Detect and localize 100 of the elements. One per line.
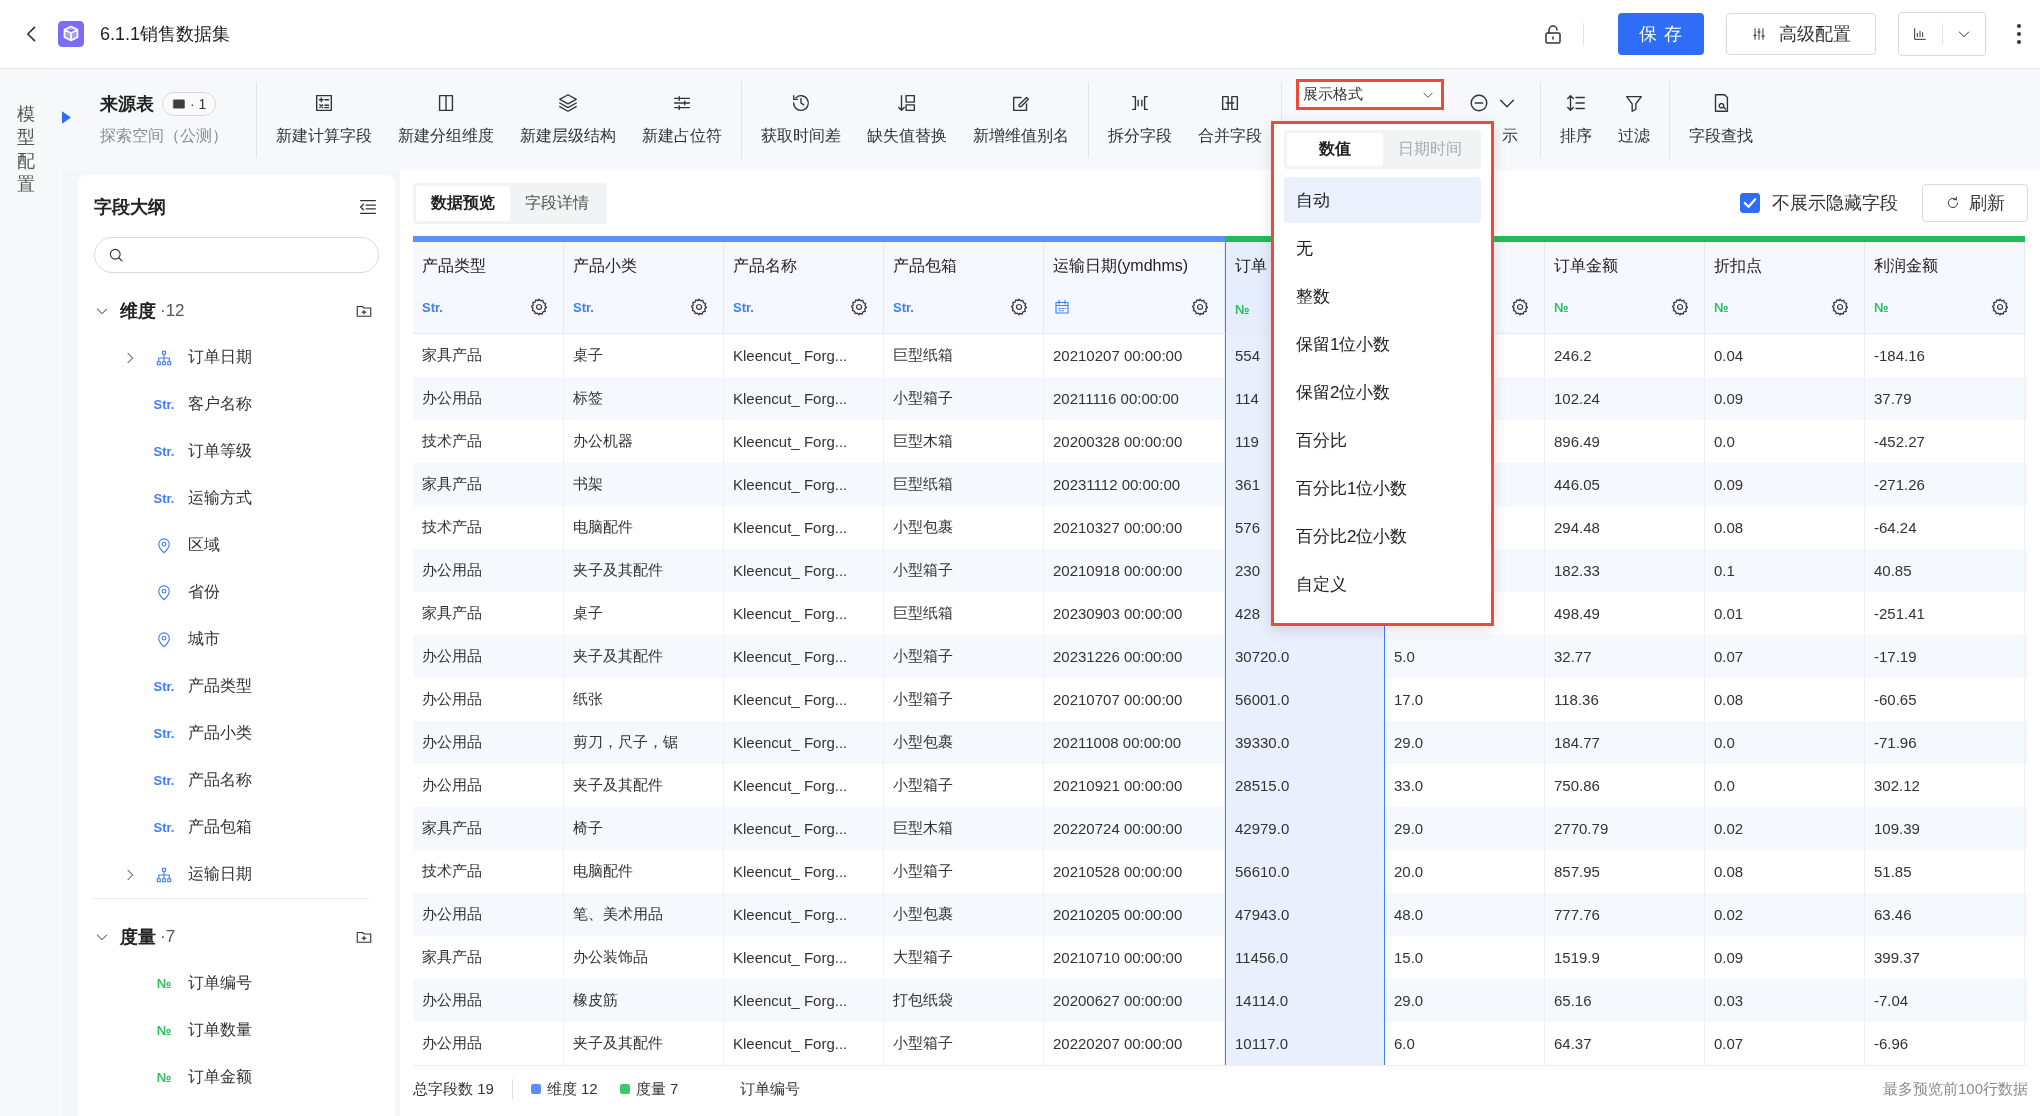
table-cell: Kleencut_ Forg...	[733, 1035, 848, 1052]
toolbar-button[interactable]: 字段查找	[1676, 92, 1766, 147]
field-item[interactable]: 订单编号	[188, 973, 252, 994]
table-cell: 246.2	[1554, 347, 1592, 364]
table-cell: 20211116 00:00:00	[1053, 390, 1179, 407]
column-header[interactable]: 产品名称 Str.	[724, 242, 884, 334]
toolbar-button[interactable]: 新建计算字段	[263, 92, 385, 147]
view-tab[interactable]: 字段详情	[510, 185, 604, 221]
type-tag: Str.	[153, 444, 175, 459]
format-tab[interactable]: 数值	[1287, 133, 1383, 166]
field-item[interactable]: 产品小类	[188, 723, 252, 744]
settings-icon[interactable]	[1190, 297, 1210, 317]
type-tag: №	[156, 976, 172, 991]
table-cell: 0.09	[1714, 390, 1744, 407]
table-cell: 家具产品	[422, 346, 482, 365]
column-header[interactable]: 订单金额 №	[1545, 242, 1705, 334]
column-header[interactable]: 产品类型 Str.	[413, 242, 564, 334]
type-tag: Str.	[153, 491, 175, 506]
table-cell: Kleencut_ Forg...	[733, 347, 848, 364]
table-cell: 0.08	[1714, 691, 1744, 708]
model-config-label[interactable]: 模型配置	[17, 103, 35, 197]
table-cell: 巨型纸箱	[893, 604, 953, 623]
refresh-button[interactable]: 刷新	[1922, 184, 2028, 222]
column-header[interactable]: 利润金额 №	[1865, 242, 2025, 334]
column-header[interactable]: 产品包箱 Str.	[884, 242, 1044, 334]
table-cell: 750.86	[1554, 777, 1600, 794]
settings-icon[interactable]	[1510, 297, 1530, 317]
field-item[interactable]: 订单日期	[188, 347, 252, 368]
toolbar-button[interactable]: 缺失值替换	[854, 92, 960, 147]
toolbar-button[interactable]: 合并字段	[1185, 92, 1275, 147]
settings-icon[interactable]	[1670, 297, 1690, 317]
field-item[interactable]: 城市	[188, 629, 220, 650]
table-cell: 桌子	[573, 346, 603, 365]
column-header[interactable]: 运输日期(ymdhms)	[1044, 242, 1225, 334]
field-item[interactable]: 产品名称	[188, 770, 252, 791]
settings-icon[interactable]	[529, 297, 549, 317]
toolbar-menu-label[interactable]: 示	[1502, 126, 1518, 147]
checkbox-label[interactable]: 不展示隐藏字段	[1772, 191, 1898, 215]
table-cell: 0.08	[1714, 863, 1744, 880]
more-icon[interactable]	[2016, 22, 2022, 46]
table-cell: Kleencut_ Forg...	[733, 820, 848, 837]
type-tag: Str.	[153, 726, 175, 741]
toolbar-button[interactable]: 新增维值别名	[960, 92, 1082, 147]
minus-circle-icon[interactable]	[1468, 92, 1490, 114]
table-count-badge[interactable]: · 1	[162, 92, 217, 116]
field-item[interactable]: 运输日期	[188, 864, 252, 885]
field-item[interactable]: 订单数量	[188, 1020, 252, 1041]
toolbar-button[interactable]: 排序	[1547, 92, 1605, 147]
table-cell: 29.0	[1394, 734, 1424, 751]
field-item[interactable]: 省份	[188, 582, 220, 603]
column-title: 订单金额	[1554, 256, 1618, 276]
table-cell: 20210707 00:00:00	[1053, 691, 1183, 708]
table-cell: 20210710 00:00:00	[1053, 949, 1183, 966]
advanced-config-button[interactable]: 高级配置	[1726, 13, 1876, 55]
field-item[interactable]: 产品类型	[188, 676, 252, 697]
table-cell: 5.0	[1394, 648, 1415, 665]
field-item[interactable]: 订单金额	[188, 1067, 252, 1088]
toolbar-button[interactable]: 新建分组维度	[385, 92, 507, 147]
format-option[interactable]: 自动	[1284, 177, 1481, 223]
checkbox[interactable]	[1740, 193, 1760, 213]
format-option[interactable]: 无	[1284, 225, 1481, 271]
format-option[interactable]: 整数	[1284, 273, 1481, 319]
format-option[interactable]: 百分比2位小数	[1284, 513, 1481, 559]
settings-icon[interactable]	[849, 297, 869, 317]
format-option[interactable]: 保留2位小数	[1284, 369, 1481, 415]
settings-icon[interactable]	[689, 297, 709, 317]
type-tag: Str.	[153, 820, 175, 835]
type-tag: №	[156, 1070, 172, 1085]
settings-icon[interactable]	[1009, 297, 1029, 317]
toolbar-button[interactable]: 新建层级结构	[507, 92, 629, 147]
column-header[interactable]: 折扣点 №	[1705, 242, 1865, 334]
type-tag: №	[1554, 299, 1569, 315]
expand-triangle-icon[interactable]	[62, 111, 71, 124]
format-option[interactable]: 百分比1位小数	[1284, 465, 1481, 511]
table-cell: 20220724 00:00:00	[1053, 820, 1183, 837]
field-item[interactable]: 产品包箱	[188, 817, 252, 838]
table-cell: 0.1	[1714, 562, 1735, 579]
settings-icon[interactable]	[1990, 297, 2010, 317]
format-option[interactable]: 保留1位小数	[1284, 321, 1481, 367]
toolbar-button[interactable]: 拆分字段	[1095, 92, 1185, 147]
save-button[interactable]: 保 存	[1618, 13, 1704, 55]
settings-icon[interactable]	[1830, 297, 1850, 317]
toolbar-button[interactable]: 新建占位符	[629, 92, 735, 147]
field-item[interactable]: 运输方式	[188, 488, 252, 509]
field-item[interactable]: 订单等级	[188, 441, 252, 462]
format-option[interactable]: 百分比	[1284, 417, 1481, 463]
toolbar-button[interactable]: 获取时间差	[748, 92, 854, 147]
table-cell: 302.12	[1874, 777, 1920, 794]
format-option[interactable]: 自定义	[1284, 561, 1481, 607]
view-tab[interactable]: 数据预览	[416, 185, 510, 221]
field-item[interactable]: 区域	[188, 535, 220, 556]
toolbar-button[interactable]: 过滤	[1605, 92, 1663, 147]
field-item[interactable]: 客户名称	[188, 394, 252, 415]
table-cell: 20210918 00:00:00	[1053, 562, 1183, 579]
group-count: ·12	[160, 300, 185, 321]
table-cell: 标签	[573, 389, 603, 408]
format-select[interactable]: 展示格式	[1296, 79, 1444, 110]
table-cell: 361	[1235, 476, 1261, 493]
column-header[interactable]: 产品小类 Str.	[564, 242, 724, 334]
table-cell: 40.85	[1874, 562, 1912, 579]
